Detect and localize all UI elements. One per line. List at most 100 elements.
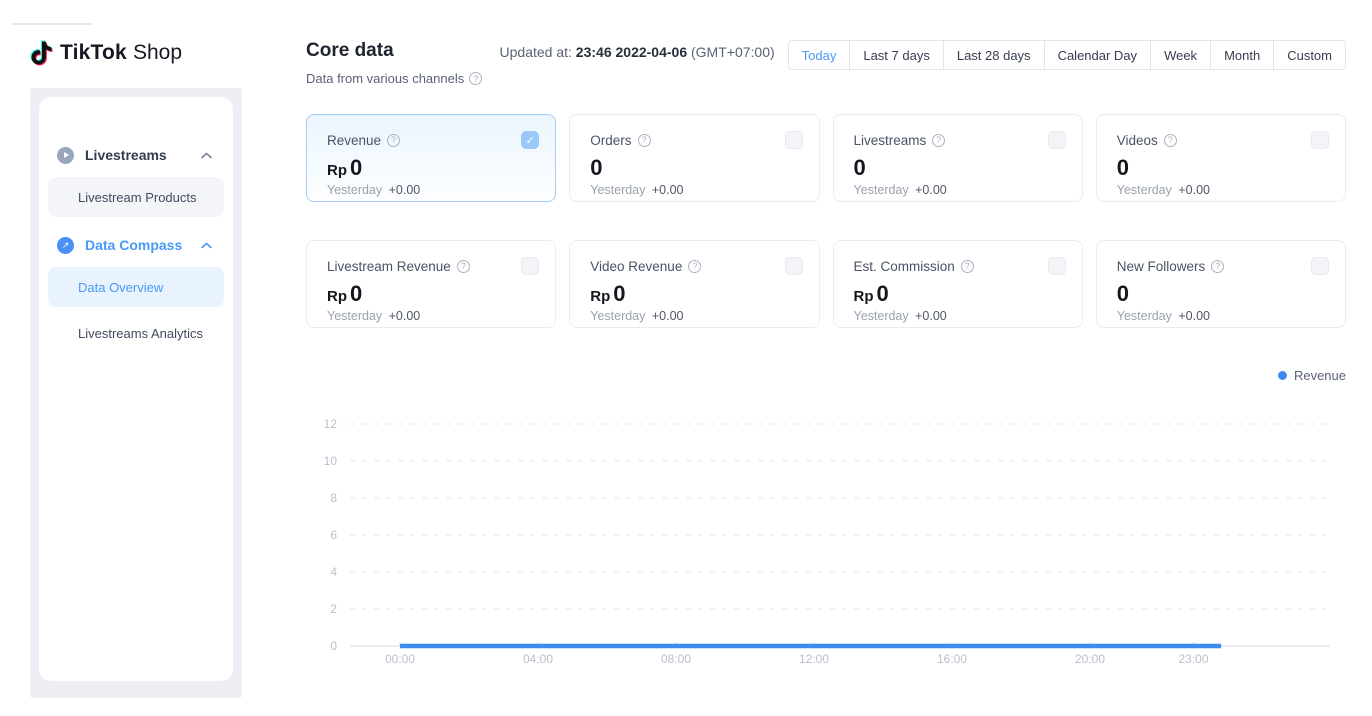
svg-text:16:00: 16:00 [937, 652, 967, 666]
metric-compare-row: Yesterday +0.00 [1117, 309, 1329, 323]
compare-delta: +0.00 [915, 183, 947, 197]
metric-card[interactable]: Est. Commission ? Rp 0 Yesterday +0.00 [833, 240, 1083, 328]
help-icon[interactable]: ? [932, 134, 945, 147]
data-compass-icon: ↗ [57, 237, 74, 254]
metric-value-row: Rp 0 [854, 282, 1066, 306]
metric-checkbox[interactable] [785, 131, 803, 149]
help-icon[interactable]: ? [1211, 260, 1224, 273]
metric-value: 0 [590, 156, 603, 180]
compare-label: Yesterday [590, 309, 645, 323]
metric-checkbox[interactable] [1311, 257, 1329, 275]
metric-value-row: 0 [1117, 156, 1329, 180]
sidebar-item-data-overview[interactable]: Data Overview [48, 267, 224, 307]
help-icon[interactable]: ? [638, 134, 651, 147]
metric-checkbox[interactable] [521, 257, 539, 275]
metric-checkbox[interactable] [1048, 257, 1066, 275]
brand-name: TikTok [60, 41, 127, 65]
currency-prefix: Rp [327, 162, 347, 179]
metric-card-header: Livestreams ? [854, 131, 1066, 149]
sidebar-item-label: Livestreams Analytics [78, 326, 203, 341]
sidebar-item-label: Livestream Products [78, 190, 197, 205]
compare-delta: +0.00 [652, 309, 684, 323]
chevron-up-icon [201, 242, 212, 249]
metric-compare-row: Yesterday +0.00 [327, 183, 539, 197]
main-content: Core data Data from various channels ? U… [306, 40, 1346, 686]
help-icon[interactable]: ? [1164, 134, 1177, 147]
metric-checkbox[interactable]: ✓ [521, 131, 539, 149]
compare-delta: +0.00 [1178, 309, 1210, 323]
help-icon[interactable]: ? [457, 260, 470, 273]
metric-value: 0 [350, 282, 363, 306]
svg-text:00:00: 00:00 [385, 652, 415, 666]
updated-prefix: Updated at: [500, 44, 572, 60]
metric-card[interactable]: Revenue ? ✓ Rp 0 Yesterday +0.00 [306, 114, 556, 202]
range-tab-custom[interactable]: Custom [1273, 41, 1345, 69]
brand-suffix: Shop [133, 41, 182, 65]
metric-checkbox[interactable] [1048, 131, 1066, 149]
chevron-up-icon [201, 152, 212, 159]
metric-label: New Followers [1117, 259, 1206, 274]
currency-prefix: Rp [590, 288, 610, 305]
metric-value: 0 [877, 282, 890, 306]
updated-timezone: (GMT+07:00) [691, 44, 775, 60]
range-tab-month[interactable]: Month [1210, 41, 1273, 69]
sidebar-group-data-compass[interactable]: ↗ Data Compass [48, 223, 224, 267]
revenue-chart-canvas[interactable]: 02468101200:0004:0008:0012:0016:0020:002… [300, 389, 1346, 681]
compare-delta: +0.00 [915, 309, 947, 323]
chart-legend[interactable]: Revenue [306, 368, 1346, 383]
metric-checkbox[interactable] [1311, 131, 1329, 149]
page-subtitle: Data from various channels ? [306, 71, 482, 86]
range-tab-last-28-days[interactable]: Last 28 days [943, 41, 1044, 69]
currency-prefix: Rp [327, 288, 347, 305]
svg-text:10: 10 [324, 454, 338, 468]
metric-label: Est. Commission [854, 259, 955, 274]
metric-compare-row: Yesterday +0.00 [854, 309, 1066, 323]
metric-value: 0 [854, 156, 867, 180]
svg-text:12:00: 12:00 [799, 652, 829, 666]
compare-delta: +0.00 [1178, 183, 1210, 197]
metric-card-header: Videos ? [1117, 131, 1329, 149]
svg-text:23:00: 23:00 [1178, 652, 1208, 666]
metric-compare-row: Yesterday +0.00 [854, 183, 1066, 197]
metric-value-row: Rp 0 [327, 156, 539, 180]
tiktok-shop-logo[interactable]: TikTok Shop [30, 40, 182, 66]
metric-label: Livestream Revenue [327, 259, 451, 274]
metric-checkbox[interactable] [785, 257, 803, 275]
metric-card-header: Orders ? [590, 131, 802, 149]
range-tab-week[interactable]: Week [1150, 41, 1210, 69]
help-icon[interactable]: ? [469, 72, 482, 85]
metric-card[interactable]: New Followers ? 0 Yesterday +0.00 [1096, 240, 1346, 328]
compare-label: Yesterday [327, 183, 382, 197]
compare-label: Yesterday [854, 183, 909, 197]
metric-card[interactable]: Livestream Revenue ? Rp 0 Yesterday +0.0… [306, 240, 556, 328]
legend-label: Revenue [1294, 368, 1346, 383]
top-divider [11, 23, 92, 25]
compare-delta: +0.00 [389, 309, 421, 323]
svg-text:4: 4 [330, 565, 337, 579]
metric-value: 0 [1117, 156, 1130, 180]
sidebar-item-livestream-products[interactable]: Livestream Products [48, 177, 224, 217]
metric-value: 0 [613, 282, 626, 306]
range-tab-last-7-days[interactable]: Last 7 days [849, 41, 943, 69]
metric-compare-row: Yesterday +0.00 [590, 183, 802, 197]
metric-card[interactable]: Orders ? 0 Yesterday +0.00 [569, 114, 819, 202]
svg-text:6: 6 [330, 528, 337, 542]
compare-label: Yesterday [1117, 309, 1172, 323]
metric-value-row: Rp 0 [590, 282, 802, 306]
tiktok-shop-data-overview-page: TikTok Shop Livestreams Livestream Produ… [0, 0, 1372, 716]
help-icon[interactable]: ? [961, 260, 974, 273]
metric-value-row: Rp 0 [327, 282, 539, 306]
sidebar-group-label: Livestreams [85, 147, 201, 163]
title-block: Core data Data from various channels ? [306, 40, 482, 86]
metric-card[interactable]: Livestreams ? 0 Yesterday +0.00 [833, 114, 1083, 202]
revenue-chart[interactable]: 02468101200:0004:0008:0012:0016:0020:002… [300, 389, 1346, 686]
metric-card[interactable]: Videos ? 0 Yesterday +0.00 [1096, 114, 1346, 202]
help-icon[interactable]: ? [688, 260, 701, 273]
help-icon[interactable]: ? [387, 134, 400, 147]
sidebar-item-livestreams-analytics[interactable]: Livestreams Analytics [48, 313, 224, 353]
metric-card[interactable]: Video Revenue ? Rp 0 Yesterday +0.00 [569, 240, 819, 328]
range-tab-calendar-day[interactable]: Calendar Day [1044, 41, 1151, 69]
sidebar-group-livestreams[interactable]: Livestreams [48, 133, 224, 177]
range-tab-today[interactable]: Today [789, 41, 850, 69]
currency-prefix: Rp [854, 288, 874, 305]
